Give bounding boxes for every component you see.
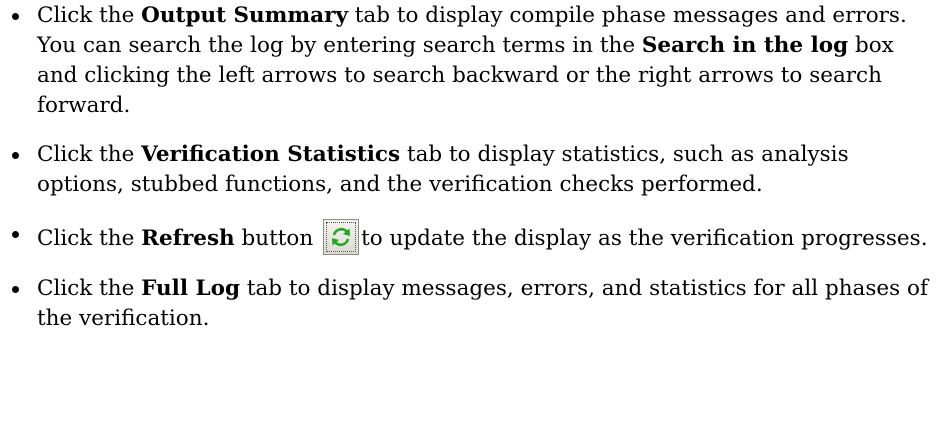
list-item-refresh: Click the Refresh button to update the d… bbox=[0, 219, 939, 255]
item-text: Click the bbox=[37, 3, 142, 28]
search-in-the-log-box-name: Search in the log bbox=[641, 33, 849, 58]
document-page: Click the Output Summary tab to display … bbox=[0, 1, 945, 430]
list-item-verification-statistics: Click the Verification Statistics tab to… bbox=[0, 140, 939, 200]
instruction-list: Click the Output Summary tab to display … bbox=[0, 1, 945, 334]
item-text: Click the bbox=[37, 276, 142, 301]
output-summary-tab-name: Output Summary bbox=[141, 3, 348, 28]
list-item-full-log: Click the Full Log tab to display messag… bbox=[0, 274, 939, 334]
bullet-point bbox=[12, 286, 19, 293]
bullet-point bbox=[12, 231, 19, 238]
refresh-button-name: Refresh bbox=[141, 226, 235, 251]
item-text: Click the bbox=[37, 142, 142, 167]
item-text: Click the bbox=[37, 226, 142, 251]
bullet-point bbox=[12, 152, 19, 159]
refresh-icon bbox=[323, 219, 360, 255]
item-text: button bbox=[234, 226, 314, 251]
list-item-output-summary: Click the Output Summary tab to display … bbox=[0, 1, 939, 121]
refresh-arrows-icon bbox=[332, 227, 351, 247]
bullet-point bbox=[12, 13, 19, 20]
verification-statistics-tab-name: Verification Statistics bbox=[141, 142, 401, 167]
item-text: to update the display as the verificatio… bbox=[361, 226, 928, 251]
full-log-tab-name: Full Log bbox=[141, 276, 240, 301]
